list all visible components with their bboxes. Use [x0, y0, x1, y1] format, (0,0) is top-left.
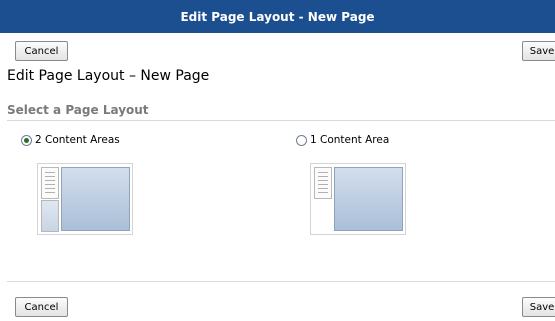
section-title: Select a Page Layout — [7, 103, 149, 117]
layout-preview-2-content-areas[interactable] — [37, 163, 133, 235]
window-titlebar: Edit Page Layout - New Page — [0, 0, 555, 33]
cancel-button-top[interactable]: Cancel — [15, 41, 68, 61]
layout-preview-1-content-area[interactable] — [310, 163, 406, 235]
sidebar-top-preview — [41, 167, 59, 199]
layout-option-2-content-areas[interactable]: 2 Content Areas — [21, 134, 120, 146]
layout-option-1-content-area[interactable]: 1 Content Area — [296, 134, 389, 146]
radio-button-icon[interactable] — [296, 134, 307, 146]
layout-option-label: 1 Content Area — [310, 134, 390, 146]
sidebar-bottom-preview — [41, 200, 59, 232]
sidebar-preview — [314, 167, 332, 199]
save-button-top[interactable]: Save — [522, 41, 555, 61]
radio-button-selected-icon[interactable] — [21, 134, 32, 146]
cancel-button-bottom[interactable]: Cancel — [15, 297, 68, 317]
window-title: Edit Page Layout - New Page — [180, 9, 375, 24]
save-button-bottom[interactable]: Save — [522, 297, 555, 317]
page-title: Edit Page Layout – New Page — [7, 68, 210, 84]
bottom-divider — [7, 281, 555, 282]
section-divider — [7, 120, 555, 121]
layout-option-label: 2 Content Areas — [35, 134, 120, 146]
main-area-preview — [334, 167, 403, 231]
main-area-preview — [61, 167, 130, 231]
